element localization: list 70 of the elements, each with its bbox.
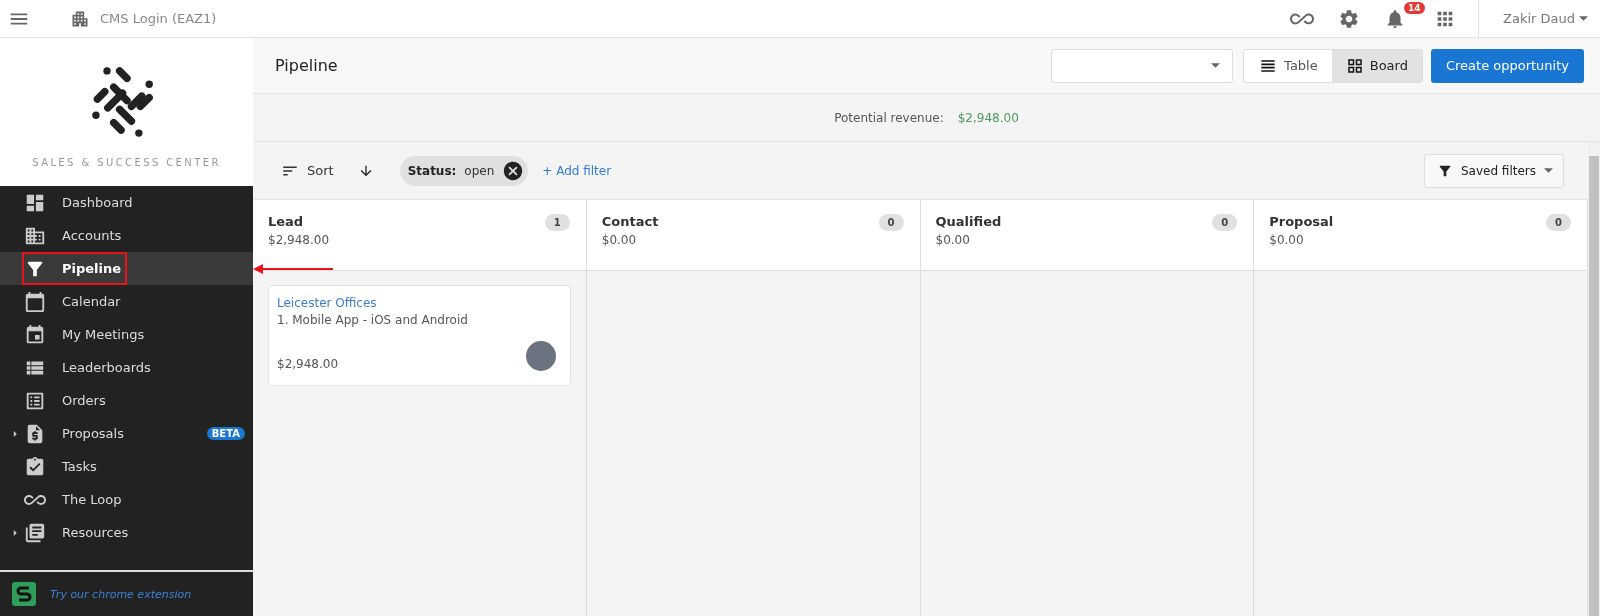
column-total: $0.00 [935, 233, 971, 247]
view-toggle-button[interactable]: Table [1244, 49, 1332, 82]
revenue-label: Potential revenue: [834, 110, 944, 125]
sidebar-label: Leaderboards [62, 360, 151, 375]
column-title: Proposal [1269, 214, 1335, 231]
account-link[interactable]: Leicester Offices [277, 296, 556, 310]
count-badge: 1 [544, 214, 570, 231]
sidebar-label: Proposals [62, 426, 124, 441]
filter-value: open [464, 163, 495, 178]
column-title: Contact [601, 214, 660, 231]
sidebar-item[interactable]: Orders [0, 384, 253, 417]
sidebar-item[interactable]: Accounts [0, 219, 253, 252]
create-opportunity-button[interactable]: Create opportunity [1430, 48, 1584, 83]
column-title: Qualified [935, 214, 1003, 231]
account-name: CMS Login (EAZ1) [100, 11, 217, 26]
column-total: $0.00 [1269, 233, 1305, 247]
notification-count: 14 [1404, 1, 1425, 14]
count-badge: 0 [878, 214, 904, 231]
sidebar-item[interactable]: Proposals BETA [0, 417, 253, 450]
sidebar-item[interactable]: Pipeline [0, 252, 253, 285]
opportunity-title: 1. Mobile App - iOS and Android [277, 313, 469, 327]
user-menu[interactable]: Zakir Daud [1478, 0, 1600, 38]
caret-icon [1579, 16, 1588, 21]
sidebar-item[interactable]: My Meetings [0, 318, 253, 351]
revenue-value: $2,948.00 [957, 110, 1019, 125]
settings-icon[interactable] [1338, 7, 1361, 30]
calendar-icon [24, 290, 46, 313]
sidebar-label: The Loop [62, 492, 122, 507]
sidebar-item[interactable]: The Loop [0, 483, 253, 516]
sidebar-label: Orders [62, 393, 106, 408]
view-toggle-button[interactable]: Board [1331, 49, 1422, 82]
sidebar-item[interactable]: Tasks [0, 450, 253, 483]
sidebar-label: Pipeline [62, 261, 122, 276]
close-icon[interactable] [502, 159, 525, 182]
extension-logo-icon [12, 582, 36, 606]
caret-icon [1544, 168, 1553, 173]
caret-icon [1211, 63, 1221, 68]
sidebar-label: Accounts [62, 228, 122, 243]
select-field[interactable] [1051, 48, 1234, 83]
sort-button[interactable]: Sort [281, 161, 334, 180]
scrollbar-thumb[interactable] [1589, 156, 1599, 616]
sidebar-label: Dashboard [62, 195, 133, 210]
sidebar-label: Resources [62, 525, 129, 540]
grid-icon [1345, 56, 1364, 75]
opportunity-amount: $2,948.00 [277, 357, 340, 371]
column-title: Lead [268, 214, 305, 231]
sidebar-item[interactable]: Calendar [0, 285, 253, 318]
add-filter-link[interactable]: + Add filter [538, 163, 1414, 178]
sidebar-label: Tasks [62, 459, 97, 474]
saved-filters-button[interactable]: Saved filters [1423, 153, 1564, 188]
filter-key: Status: [407, 163, 457, 178]
filter-chip[interactable]: Status: open [399, 155, 529, 186]
beta-badge: BETA [206, 427, 245, 440]
chrome-extension-link[interactable]: Try our chrome extension [50, 587, 192, 601]
count-badge: 0 [1546, 214, 1571, 231]
column-total: $2,948.00 [268, 233, 331, 247]
opportunity-card[interactable]: Leicester Offices 1. Mobile App - iOS and Android $2,948.00 [268, 285, 571, 386]
count-badge: 0 [1212, 214, 1238, 231]
sidebar-item[interactable]: Dashboard [0, 186, 253, 219]
books-icon [24, 521, 46, 544]
sidebar-label: Calendar [62, 294, 121, 309]
sidebar-item[interactable]: Resources [0, 516, 253, 549]
sidebar-item[interactable]: Leaderboards [0, 351, 253, 384]
sidebar-label: My Meetings [62, 327, 145, 342]
clipboard-check-icon [24, 455, 46, 478]
page-title: Pipeline [275, 56, 339, 75]
brand-name: SALES & SUCCESS CENTER [32, 157, 221, 168]
calendar-icon [24, 323, 46, 346]
column-total: $0.00 [601, 233, 638, 247]
avatar [525, 341, 556, 371]
